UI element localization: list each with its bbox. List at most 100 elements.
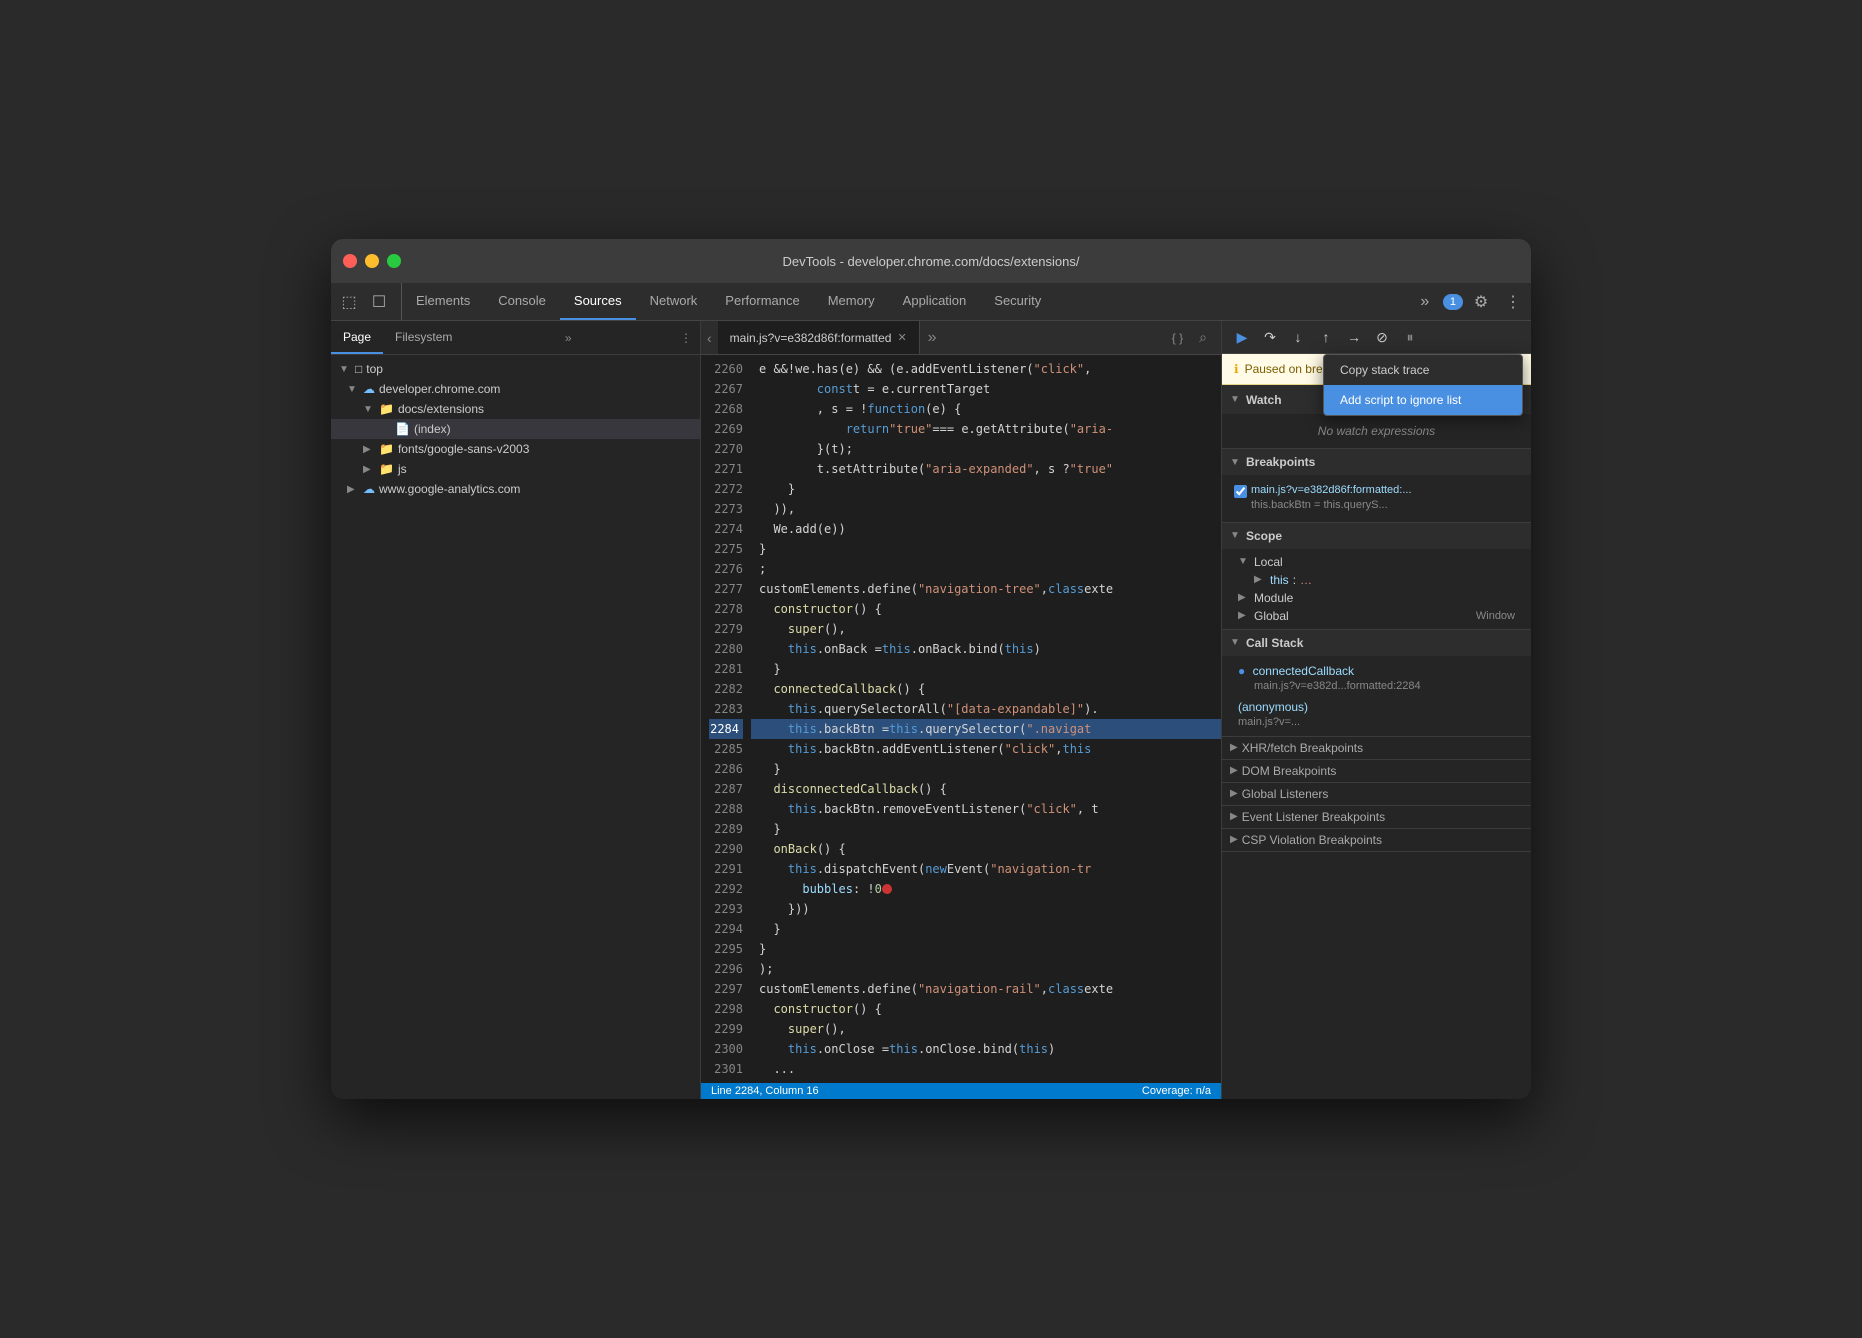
- scope-section-header[interactable]: ▼ Scope: [1222, 523, 1531, 549]
- context-menu: Copy stack trace Add script to ignore li…: [1323, 354, 1523, 416]
- editor-tab-main[interactable]: main.js?v=e382d86f:formatted ✕: [718, 321, 920, 354]
- search-in-file-icon[interactable]: ⌕: [1193, 329, 1213, 346]
- pause-on-exceptions-button[interactable]: ⏸: [1398, 325, 1422, 349]
- code-line-2282: connectedCallback() {: [751, 679, 1221, 699]
- file-tree: ▼ □ top ▼ ☁ developer.chrome.com ▼ 📁 doc…: [331, 355, 700, 1099]
- csp-violation-breakpoints-header[interactable]: ▶ CSP Violation Breakpoints: [1222, 829, 1531, 851]
- breakpoint-code: this.backBtn = this.queryS...: [1251, 498, 1412, 513]
- code-line-2293: })): [751, 899, 1221, 919]
- call-stack-loc-1: main.js?v=...: [1238, 716, 1300, 728]
- scope-this-val: …: [1300, 573, 1312, 587]
- scope-global-label: Global: [1254, 609, 1289, 623]
- breakpoint-checkbox[interactable]: [1234, 485, 1247, 498]
- scope-local[interactable]: ▼ Local: [1230, 553, 1523, 571]
- step-into-button[interactable]: ↓: [1286, 325, 1310, 349]
- deactivate-breakpoints-button[interactable]: ⊘: [1370, 325, 1394, 349]
- tree-label-analytics: www.google-analytics.com: [379, 482, 520, 496]
- line-numbers: 2260 2267 2268 2269 2270 2271 2272 2273 …: [701, 355, 751, 1083]
- scope-this-item[interactable]: ▶ this : …: [1230, 571, 1523, 589]
- step-button[interactable]: →: [1342, 325, 1366, 349]
- more-options-icon[interactable]: ⋮: [1499, 288, 1527, 316]
- chevron-down-icon: ▼: [1230, 637, 1242, 648]
- tree-item-analytics[interactable]: ▶ ☁ www.google-analytics.com: [331, 479, 700, 499]
- tab-performance[interactable]: Performance: [711, 283, 813, 320]
- chevron-down-icon: ▼: [1230, 394, 1242, 405]
- resume-button[interactable]: ▶: [1230, 325, 1254, 349]
- minimize-button[interactable]: [365, 254, 379, 268]
- tree-item-fonts[interactable]: ▶ 📁 fonts/google-sans-v2003: [331, 439, 700, 459]
- tab-application[interactable]: Application: [889, 283, 981, 320]
- tab-elements[interactable]: Elements: [402, 283, 484, 320]
- scope-title: Scope: [1246, 529, 1282, 543]
- tree-label-js: js: [398, 462, 407, 476]
- panel-options[interactable]: ⋮: [672, 331, 700, 345]
- code-line-2268: , s = !function(e) {: [751, 399, 1221, 419]
- editor-nav-back[interactable]: ‹: [701, 330, 718, 346]
- breakpoint-file: main.js?v=e382d86f:formatted:...: [1251, 483, 1412, 498]
- event-listener-breakpoints-header[interactable]: ▶ Event Listener Breakpoints: [1222, 806, 1531, 828]
- code-line-2288: this.backBtn.removeEventListener("click"…: [751, 799, 1221, 819]
- code-area[interactable]: e && !we.has(e) && (e.addEventListener("…: [751, 355, 1221, 1083]
- chevron-right-icon: ▶: [1230, 742, 1238, 753]
- scope-global[interactable]: ▶ Global Window: [1230, 607, 1523, 625]
- tab-filesystem[interactable]: Filesystem: [383, 321, 464, 354]
- tree-item-top[interactable]: ▼ □ top: [331, 359, 700, 379]
- chevron-right-icon: ▶: [347, 484, 359, 495]
- debug-panel: ▶ ↷ ↓ ↑ → ⊘ ⏸ ℹ Paused on breakpoint ▼ W…: [1221, 321, 1531, 1099]
- tab-memory[interactable]: Memory: [814, 283, 889, 320]
- mobile-icon[interactable]: ☐: [365, 288, 393, 316]
- code-line-2286: }: [751, 759, 1221, 779]
- tab-network[interactable]: Network: [636, 283, 712, 320]
- close-button[interactable]: [343, 254, 357, 268]
- code-line-2287: disconnectedCallback() {: [751, 779, 1221, 799]
- call-stack-fn-1: (anonymous): [1238, 700, 1308, 714]
- tab-console[interactable]: Console: [484, 283, 560, 320]
- chevron-right-icon: ▶: [1238, 610, 1250, 621]
- step-out-button[interactable]: ↑: [1314, 325, 1338, 349]
- tree-label-docs: docs/extensions: [398, 402, 484, 416]
- settings-icon[interactable]: ⚙: [1467, 288, 1495, 316]
- xhr-breakpoints-header[interactable]: ▶ XHR/fetch Breakpoints: [1222, 737, 1531, 759]
- global-listeners-header[interactable]: ▶ Global Listeners: [1222, 783, 1531, 805]
- breakpoints-section-header[interactable]: ▼ Breakpoints: [1222, 449, 1531, 475]
- close-tab-icon[interactable]: ✕: [897, 331, 906, 344]
- chevron-right-icon: ▶: [1230, 788, 1238, 799]
- tab-bar-tools: ⬚ ☐: [335, 283, 402, 320]
- title-bar: DevTools - developer.chrome.com/docs/ext…: [331, 239, 1531, 283]
- chevron-right-icon: ▶: [363, 464, 375, 475]
- dom-breakpoints-header[interactable]: ▶ DOM Breakpoints: [1222, 760, 1531, 782]
- tab-page[interactable]: Page: [331, 321, 383, 354]
- tree-label-top: top: [366, 362, 383, 376]
- editor-tabs-more[interactable]: »: [920, 329, 945, 347]
- panel-tabs-more[interactable]: »: [557, 331, 580, 345]
- call-stack-item-0[interactable]: ● connectedCallback main.js?v=e382d...fo…: [1230, 660, 1523, 696]
- copy-stack-trace-item[interactable]: Copy stack trace: [1324, 355, 1522, 385]
- code-line-2271: t.setAttribute("aria-expanded", s ? "tru…: [751, 459, 1221, 479]
- breakpoint-text: main.js?v=e382d86f:formatted:... this.ba…: [1251, 483, 1412, 514]
- add-to-ignore-list-item[interactable]: Add script to ignore list: [1324, 385, 1522, 415]
- more-tabs-icon[interactable]: »: [1411, 288, 1439, 316]
- code-line-2281: }: [751, 659, 1221, 679]
- breakpoint-item: main.js?v=e382d86f:formatted:... this.ba…: [1230, 479, 1523, 518]
- xhr-breakpoints-section: ▶ XHR/fetch Breakpoints: [1222, 737, 1531, 760]
- step-over-button[interactable]: ↷: [1258, 325, 1282, 349]
- tab-security[interactable]: Security: [980, 283, 1055, 320]
- cursor-icon[interactable]: ⬚: [335, 288, 363, 316]
- tree-item-chrome[interactable]: ▼ ☁ developer.chrome.com: [331, 379, 700, 399]
- tree-item-index[interactable]: ▶ 📄 (index): [331, 419, 700, 439]
- call-stack-header[interactable]: ▼ Call Stack: [1222, 630, 1531, 656]
- format-icon[interactable]: { }: [1166, 331, 1189, 345]
- scope-global-type: Window: [1476, 610, 1515, 622]
- breakpoints-content: main.js?v=e382d86f:formatted:... this.ba…: [1222, 475, 1531, 522]
- tree-item-docs[interactable]: ▼ 📁 docs/extensions: [331, 399, 700, 419]
- scope-module[interactable]: ▶ Module: [1230, 589, 1523, 607]
- code-line-2267: const t = e.currentTarget: [751, 379, 1221, 399]
- csp-violation-breakpoints-label: CSP Violation Breakpoints: [1242, 833, 1382, 847]
- folder-icon: 📁: [379, 442, 394, 456]
- tree-item-js[interactable]: ▶ 📁 js: [331, 459, 700, 479]
- tab-list: Elements Console Sources Network Perform…: [402, 283, 1411, 320]
- code-line-2299: super(),: [751, 1019, 1221, 1039]
- call-stack-item-1[interactable]: (anonymous) main.js?v=...: [1230, 696, 1523, 732]
- maximize-button[interactable]: [387, 254, 401, 268]
- tab-sources[interactable]: Sources: [560, 283, 636, 320]
